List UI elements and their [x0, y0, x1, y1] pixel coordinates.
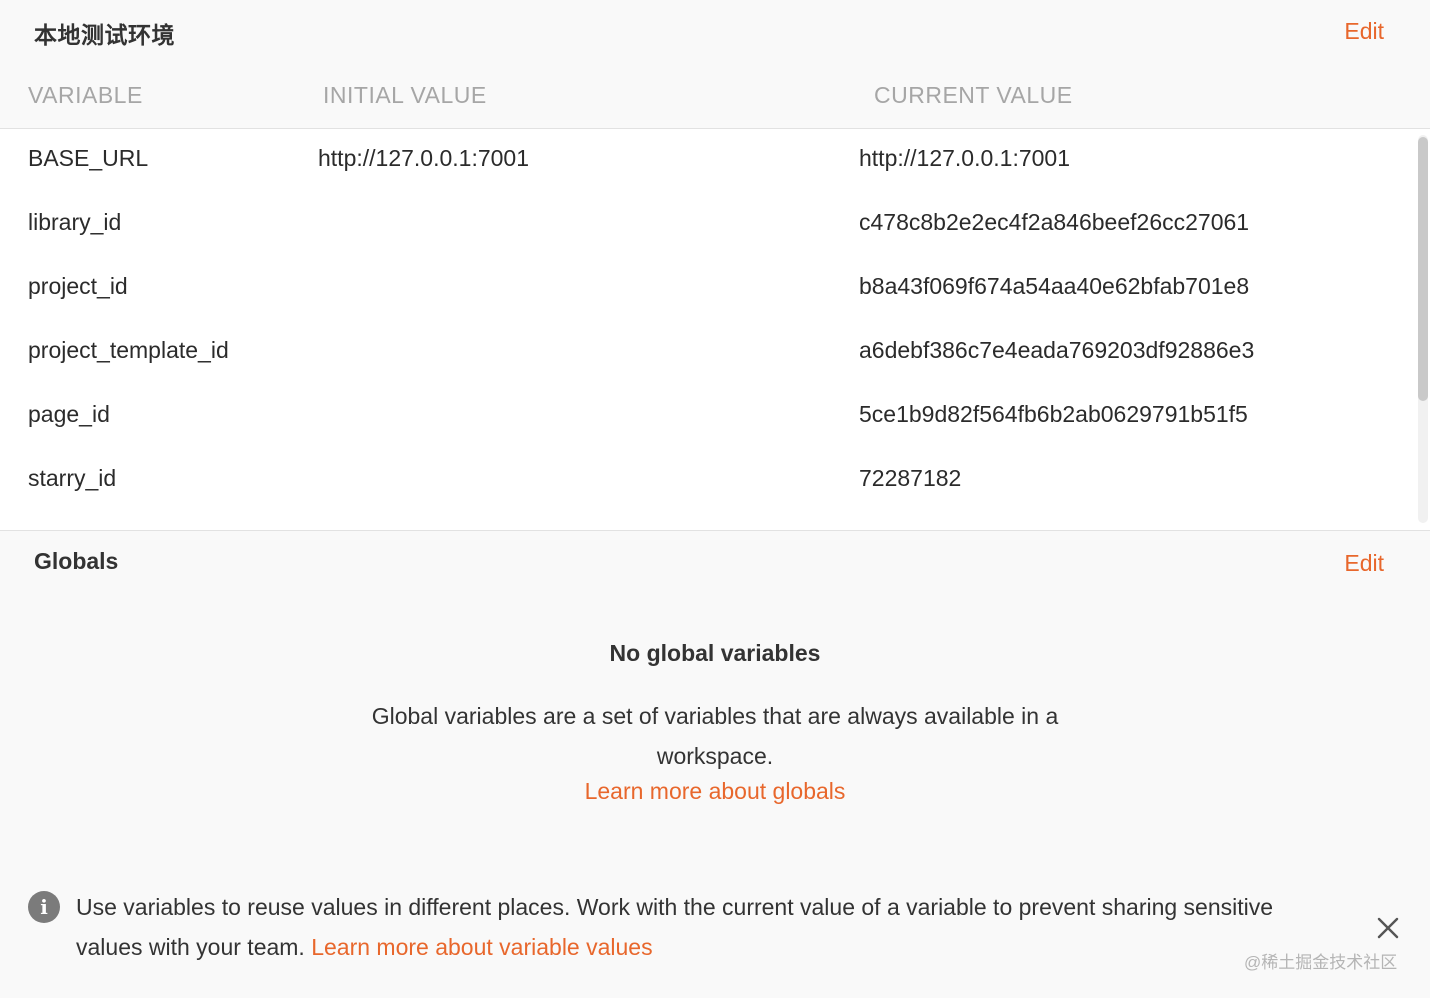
environment-title: 本地测试环境 — [34, 22, 175, 48]
table-row: project_id b8a43f069f674a54aa40e62bfab70… — [0, 257, 1410, 321]
info-icon: i — [28, 891, 60, 923]
variable-name: page_id — [28, 401, 110, 427]
variable-current-value: c478c8b2e2ec4f2a846beef26cc27061 — [859, 209, 1250, 235]
variable-current-value: a6debf386c7e4eada769203df92886e3 — [859, 337, 1255, 363]
variable-current-value: http://127.0.0.1:7001 — [859, 145, 1071, 171]
column-variable: VARIABLE — [28, 82, 143, 108]
environment-edit-link[interactable]: Edit — [1344, 18, 1384, 45]
table-row: starry_id 72287182 — [0, 449, 1410, 513]
variables-table: BASE_URL http://127.0.0.1:7001 http://12… — [0, 129, 1430, 531]
info-banner-text: Use variables to reuse values in differe… — [76, 887, 1316, 967]
column-current-value: CURRENT VALUE — [874, 82, 1073, 108]
variable-current-value: b8a43f069f674a54aa40e62bfab701e8 — [859, 273, 1250, 299]
variable-name: BASE_URL — [28, 145, 149, 171]
close-icon[interactable] — [1374, 914, 1402, 942]
watermark: @稀土掘金技术社区 — [1244, 953, 1398, 972]
environment-quick-look: 本地测试环境 Edit VARIABLE INITIAL VALUE CURRE… — [0, 0, 1430, 998]
learn-more-globals-link[interactable]: Learn more about globals — [0, 778, 1430, 805]
table-row: library_id c478c8b2e2ec4f2a846beef26cc27… — [0, 193, 1410, 257]
globals-empty-title: No global variables — [609, 640, 821, 666]
globals-edit-link[interactable]: Edit — [1344, 550, 1384, 577]
globals-empty-description: Global variables are a set of variables … — [371, 703, 1059, 769]
variable-current-value: 72287182 — [859, 465, 962, 491]
info-banner-message: Use variables to reuse values in differe… — [76, 894, 1274, 960]
table-row: page_id 5ce1b9d82f564fb6b2ab0629791b51f5 — [0, 385, 1410, 449]
variables-column-header: VARIABLE INITIAL VALUE CURRENT VALUE — [0, 64, 1430, 129]
table-row: project_template_id a6debf386c7e4eada769… — [0, 321, 1410, 385]
column-initial-value: INITIAL VALUE — [323, 82, 487, 108]
globals-title: Globals — [34, 548, 119, 574]
environment-header: 本地测试环境 Edit — [0, 0, 1430, 64]
variable-name: project_template_id — [28, 337, 229, 363]
variable-name: library_id — [28, 209, 122, 235]
variable-name: starry_id — [28, 465, 117, 491]
scrollbar-thumb[interactable] — [1418, 137, 1428, 401]
variable-current-value: 5ce1b9d82f564fb6b2ab0629791b51f5 — [859, 401, 1248, 427]
variable-initial-value: http://127.0.0.1:7001 — [318, 145, 530, 171]
table-row: BASE_URL http://127.0.0.1:7001 http://12… — [0, 129, 1410, 193]
learn-more-variable-values-link[interactable]: Learn more about variable values — [311, 934, 652, 960]
variable-name: project_id — [28, 273, 128, 299]
